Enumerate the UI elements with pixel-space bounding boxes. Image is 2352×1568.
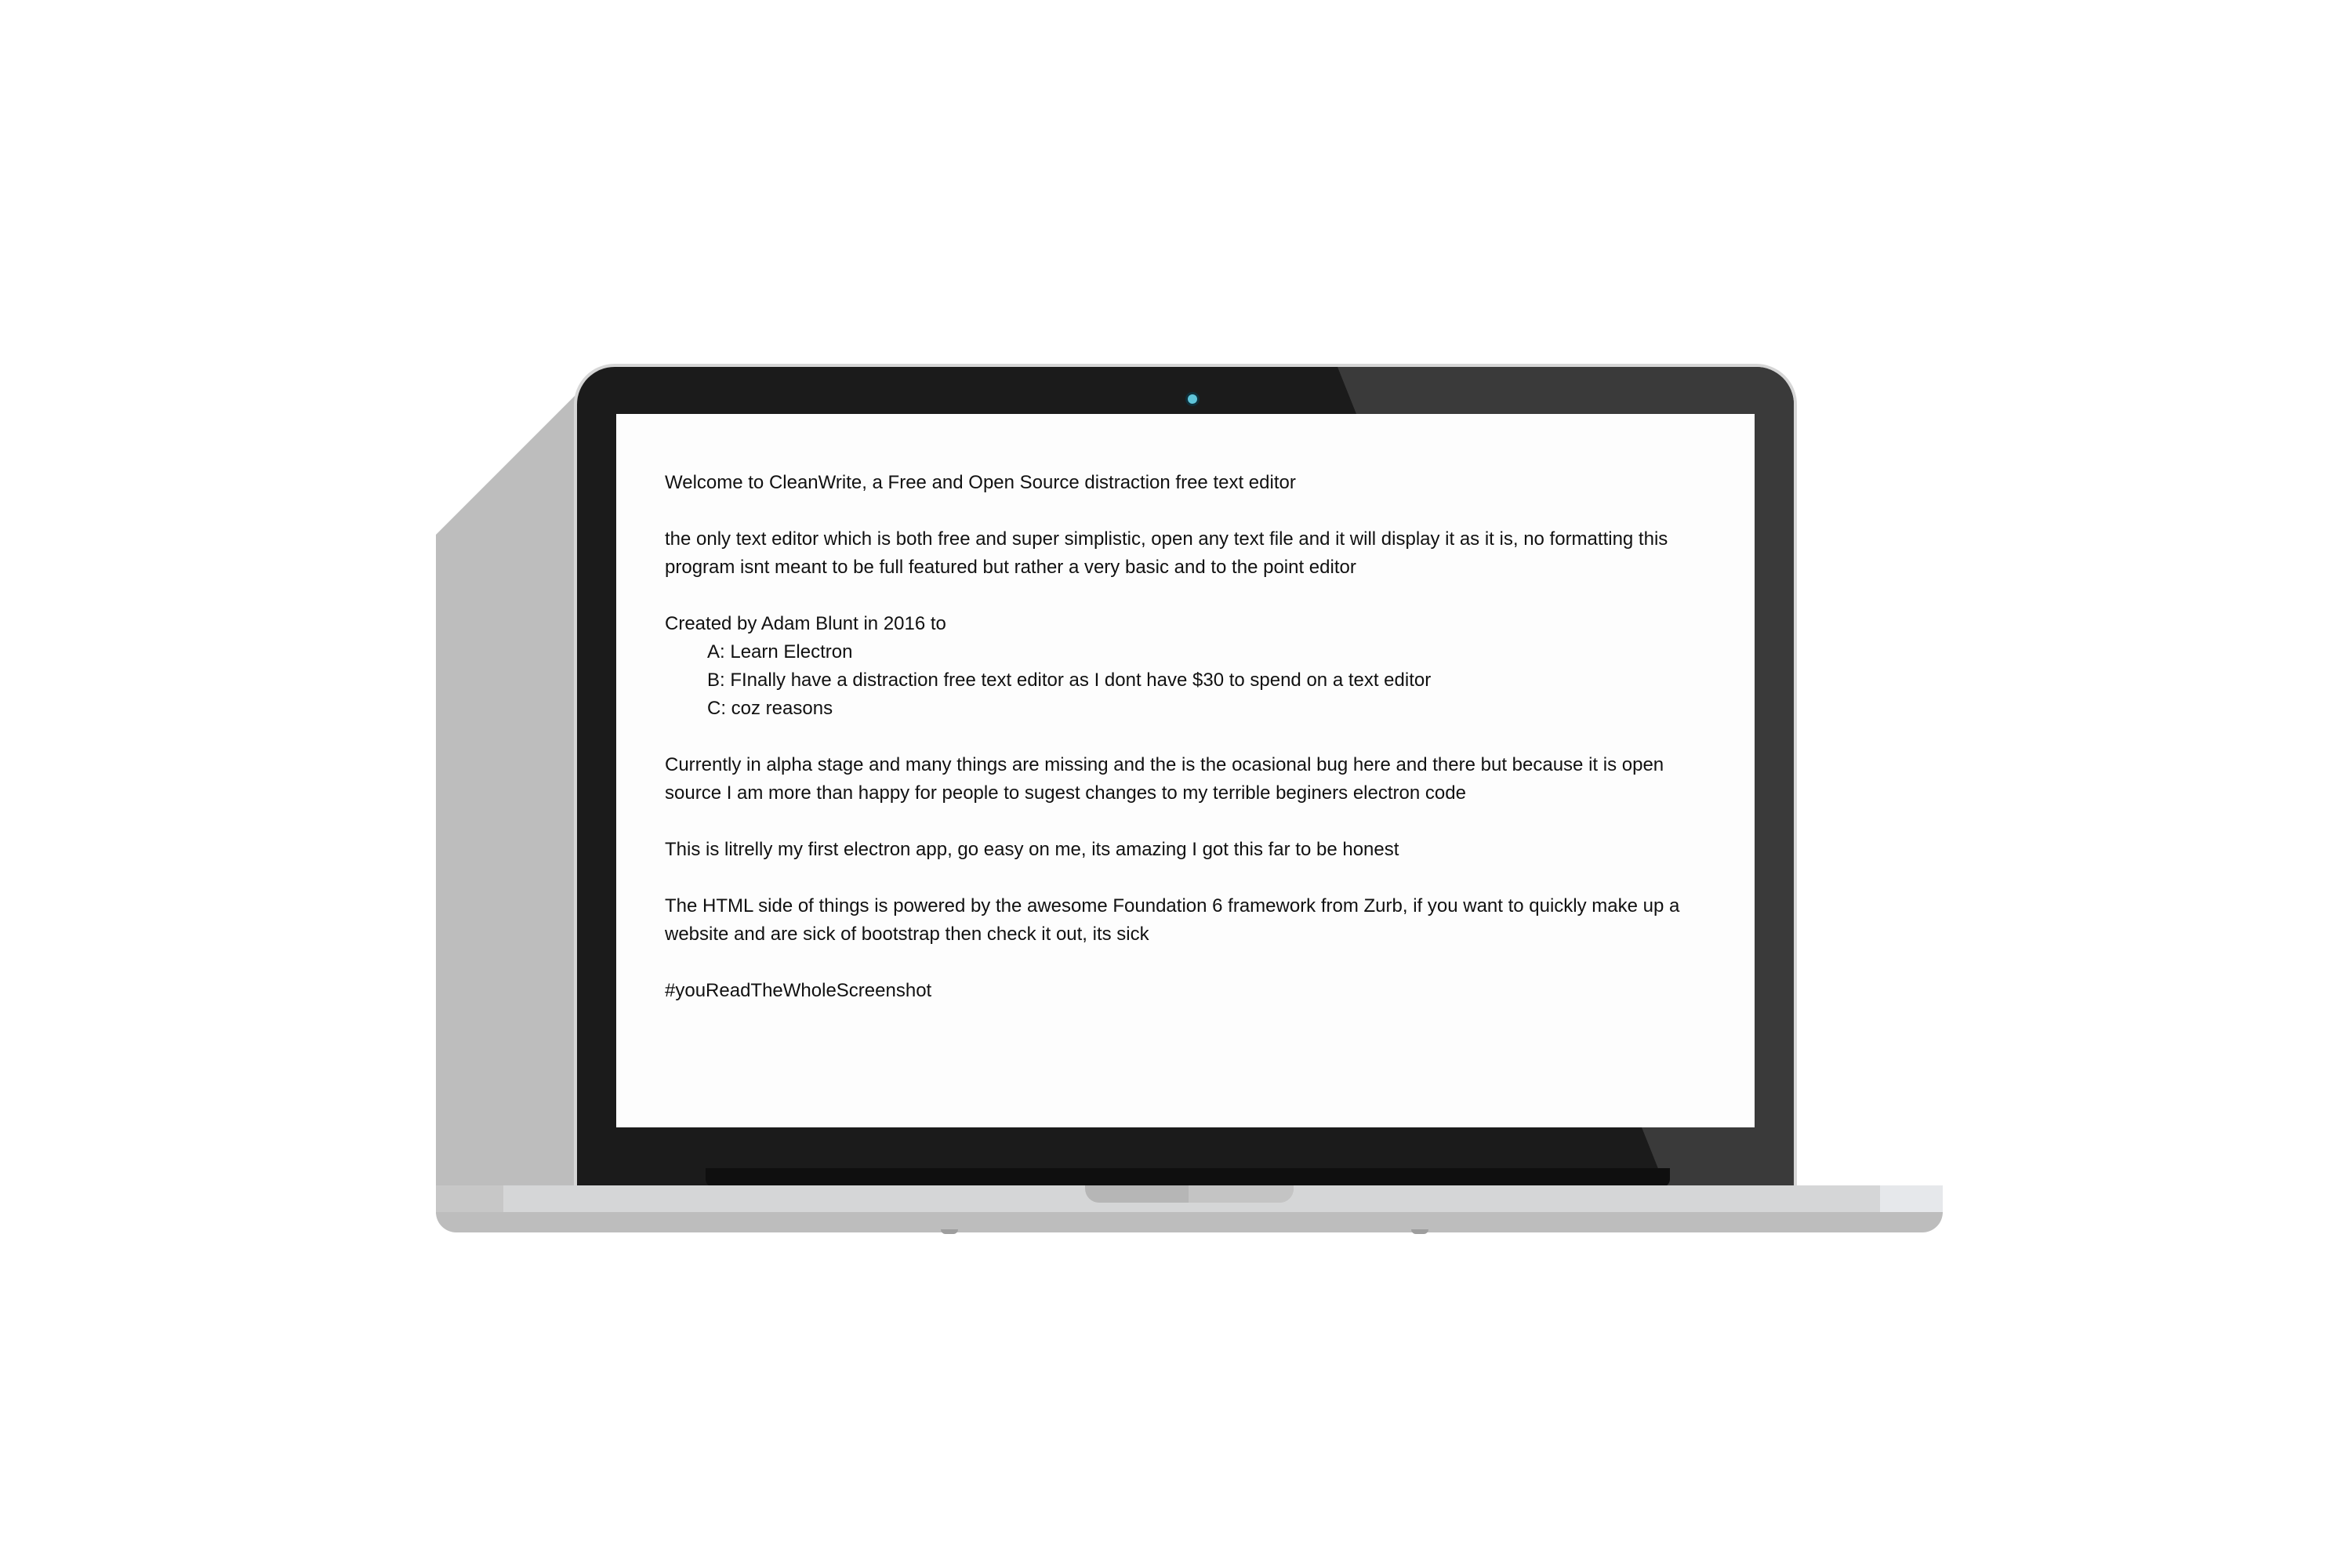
editor-created-block: Created by Adam Blunt in 2016 to A: Lear… — [665, 610, 1715, 723]
laptop-base-underside — [436, 1212, 1943, 1232]
editor-paragraph-foundation: The HTML side of things is powered by th… — [665, 895, 1680, 945]
laptop-mockup-scene: Welcome to CleanWrite, a Free and Open S… — [0, 0, 2352, 1568]
editor-hashtag: #youReadTheWholeScreenshot — [665, 980, 932, 1001]
laptop-foot-left — [941, 1229, 958, 1234]
laptop-screen: Welcome to CleanWrite, a Free and Open S… — [616, 414, 1755, 1127]
editor-reason-a: A: Learn Electron — [707, 641, 853, 662]
laptop-base-right-edge — [1880, 1185, 1943, 1214]
editor-paragraph-first-app: This is litrelly my first electron app, … — [665, 839, 1399, 860]
editor-reason-c: C: coz reasons — [707, 698, 833, 719]
camera-icon — [1188, 394, 1197, 404]
laptop-foot-right — [1411, 1229, 1428, 1234]
editor-line-created: Created by Adam Blunt in 2016 to — [665, 613, 946, 634]
laptop-hinge — [706, 1168, 1670, 1187]
laptop-base-left-edge — [436, 1185, 503, 1214]
editor-paragraph-alpha: Currently in alpha stage and many things… — [665, 754, 1664, 804]
text-editor-area[interactable]: Welcome to CleanWrite, a Free and Open S… — [665, 469, 1715, 1096]
laptop-open-notch-highlight — [1189, 1185, 1294, 1203]
editor-line-welcome: Welcome to CleanWrite, a Free and Open S… — [665, 472, 1296, 493]
editor-paragraph-intro: the only text editor which is both free … — [665, 528, 1668, 578]
editor-reason-b: B: FInally have a distraction free text … — [707, 670, 1432, 691]
